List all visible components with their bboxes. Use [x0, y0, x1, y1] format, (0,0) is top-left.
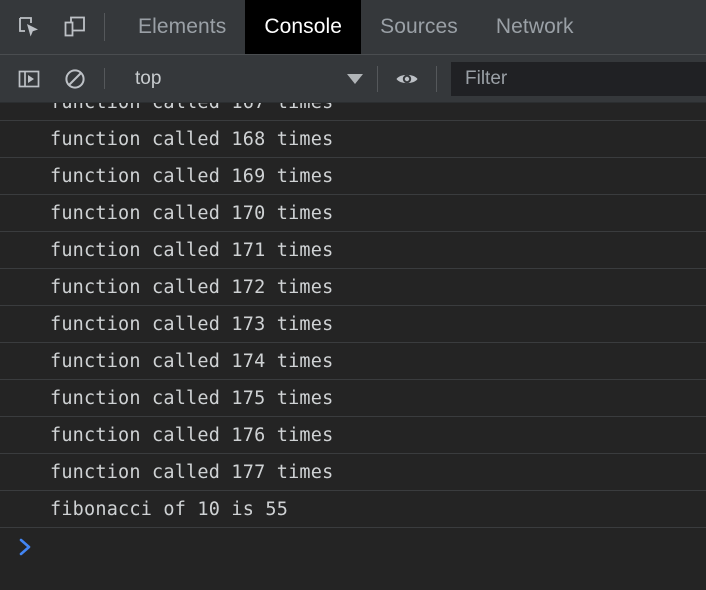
console-prompt-input[interactable]	[36, 528, 706, 565]
tabbar-tool-icons	[0, 0, 90, 54]
eye-glyph	[396, 74, 418, 83]
console-context-selector[interactable]: top	[119, 55, 377, 103]
no-entry-glyph	[65, 68, 85, 89]
console-message-row[interactable]: function called 177 times	[0, 454, 706, 491]
console-context-value: top	[135, 67, 162, 89]
devtools-tabbar: Elements Console Sources Network	[0, 0, 706, 55]
chevron-down-icon	[347, 73, 363, 84]
tab-sources[interactable]: Sources	[361, 0, 477, 54]
toolbar-divider-2	[377, 65, 378, 92]
inspect-element-icon[interactable]	[14, 12, 44, 42]
console-message-text: function called 167 times	[50, 103, 333, 113]
console-message-text: function called 171 times	[50, 239, 334, 261]
device-toolbar-icon[interactable]	[60, 12, 90, 42]
console-message-row[interactable]: function called 172 times	[0, 269, 706, 306]
console-message-row[interactable]: function called 171 times	[0, 232, 706, 269]
tab-console[interactable]: Console	[245, 0, 362, 54]
console-message-text: function called 176 times	[50, 424, 334, 446]
console-message-text: function called 174 times	[50, 350, 334, 372]
console-message-text: function called 168 times	[50, 128, 334, 150]
console-message-row[interactable]: function called 176 times	[0, 417, 706, 454]
console-message-text: function called 177 times	[50, 461, 334, 483]
console-filter-input[interactable]	[451, 61, 706, 96]
console-message-text: function called 170 times	[50, 202, 334, 224]
console-sidebar-toggle-icon[interactable]	[14, 64, 44, 94]
tabbar-divider	[104, 13, 105, 41]
panel-tabs: Elements Console Sources Network	[119, 0, 706, 54]
tab-sources-label: Sources	[380, 15, 458, 38]
tab-elements[interactable]: Elements	[119, 0, 245, 54]
sidebar-toggle-glyph	[18, 70, 40, 87]
inspect-element-glyph	[19, 17, 38, 37]
console-message-area[interactable]: function called 167 times function called…	[0, 103, 706, 590]
console-message-text: function called 173 times	[50, 313, 334, 335]
console-toolbar: top	[0, 55, 706, 103]
console-message-row[interactable]: function called 174 times	[0, 343, 706, 380]
console-message-text: function called 175 times	[50, 387, 334, 409]
prompt-chevron-icon	[19, 538, 31, 555]
console-message-row[interactable]: function called 167 times	[0, 103, 706, 121]
live-expression-eye-icon[interactable]	[394, 64, 420, 94]
console-message-list: function called 167 times function called…	[0, 103, 706, 565]
clear-console-icon[interactable]	[60, 64, 90, 94]
tab-elements-label: Elements	[138, 15, 227, 38]
console-message-row[interactable]: function called 170 times	[0, 195, 706, 232]
console-message-text: function called 169 times	[50, 165, 334, 187]
console-message-row[interactable]: function called 169 times	[0, 158, 706, 195]
toolbar-divider-1	[104, 68, 105, 89]
devtools-window: Elements Console Sources Network top Fil…	[0, 0, 706, 590]
console-message-row[interactable]: fibonacci of 10 is 55	[0, 491, 706, 528]
console-message-text: function called 172 times	[50, 276, 334, 298]
console-message-row[interactable]: function called 173 times	[0, 306, 706, 343]
tab-network[interactable]: Network	[477, 0, 593, 54]
console-message-row[interactable]: function called 168 times	[0, 121, 706, 158]
console-toolbar-icons	[0, 64, 90, 94]
device-toolbar-glyph	[64, 16, 85, 37]
tab-console-label: Console	[264, 15, 343, 38]
console-message-text: fibonacci of 10 is 55	[50, 498, 289, 520]
tab-network-label: Network	[495, 15, 574, 38]
toolbar-divider-3	[436, 65, 437, 92]
console-prompt-row[interactable]	[0, 528, 706, 565]
console-message-row[interactable]: function called 175 times	[0, 380, 706, 417]
